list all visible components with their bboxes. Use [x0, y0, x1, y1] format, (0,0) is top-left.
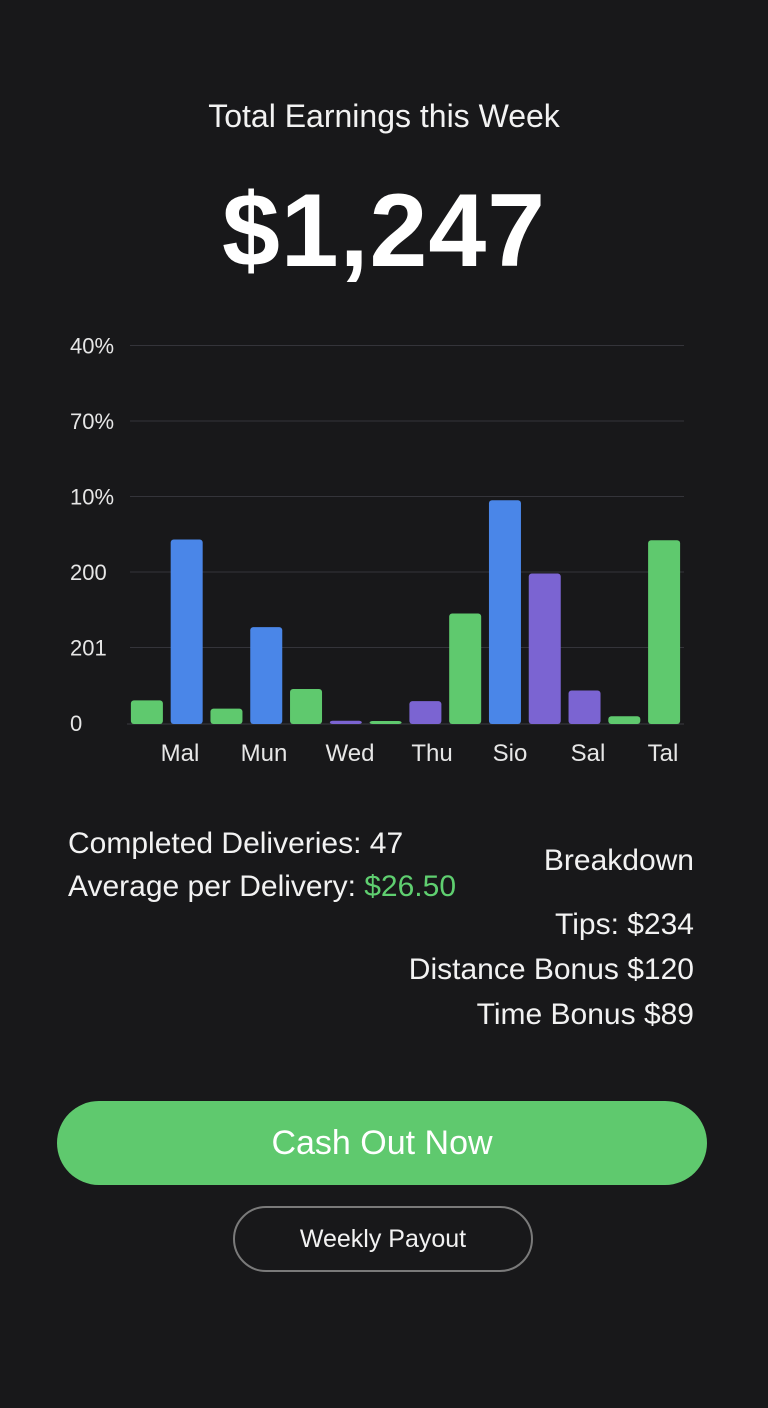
chart-bar [290, 689, 323, 724]
x-tick-label: Sal [571, 740, 606, 767]
chart-svg: 0 201 200 10% 70% 40% Mal Mun Wed Thu Sio Sal Tal [70, 334, 684, 767]
earnings-bar-chart: 0 201 200 10% 70% 40% Mal Mun Wed Thu Sio Sal Tal [0, 320, 768, 780]
breakdown-tips: Tips: $234 [555, 908, 694, 941]
chart-bar [329, 720, 362, 724]
x-tick-label: Mun [241, 740, 288, 767]
y-tick-label: 70% [70, 409, 114, 434]
breakdown-title: Breakdown [543, 844, 694, 877]
chart-bar [210, 708, 243, 724]
cash-out-button[interactable]: Cash Out Now [57, 1101, 707, 1185]
delivery-stats: Completed Deliveries: 47 Average per Del… [68, 822, 456, 908]
chart-bar [250, 627, 283, 724]
y-tick-label: 201 [70, 636, 107, 661]
chart-bar [648, 540, 681, 724]
average-per-delivery: Average per Delivery: $26.50 [68, 865, 456, 908]
x-tick-label: Mal [161, 740, 200, 767]
y-tick-label: 40% [70, 334, 114, 359]
weekly-payout-button[interactable]: Weekly Payout [233, 1206, 533, 1272]
breakdown-time-bonus: Time Bonus $89 [476, 998, 694, 1031]
x-tick-label: Wed [326, 740, 375, 767]
x-tick-label: Tal [648, 740, 679, 767]
earnings-breakdown: Breakdown Tips: $234 Distance Bonus $120… [409, 844, 694, 1037]
chart-bar [369, 721, 402, 724]
total-earnings-amount: $1,247 [221, 173, 547, 289]
chart-bar [608, 716, 641, 724]
chart-bar [130, 700, 163, 724]
chart-bar [528, 573, 561, 724]
average-label: Average per Delivery: [68, 870, 365, 903]
breakdown-distance-bonus: Distance Bonus $120 [408, 953, 694, 986]
header-title: Total Earnings this Week [208, 98, 560, 134]
chart-bar [409, 701, 442, 724]
y-tick-label: 0 [70, 711, 82, 736]
y-tick-label: 200 [70, 560, 107, 585]
chart-bar [449, 613, 482, 724]
x-tick-label: Thu [411, 740, 452, 767]
x-tick-label: Sio [493, 740, 528, 767]
chart-bar [488, 500, 521, 724]
chart-bar [170, 539, 203, 724]
y-tick-label: 10% [70, 485, 114, 510]
completed-deliveries: Completed Deliveries: 47 [68, 827, 404, 860]
chart-bar [568, 690, 601, 724]
